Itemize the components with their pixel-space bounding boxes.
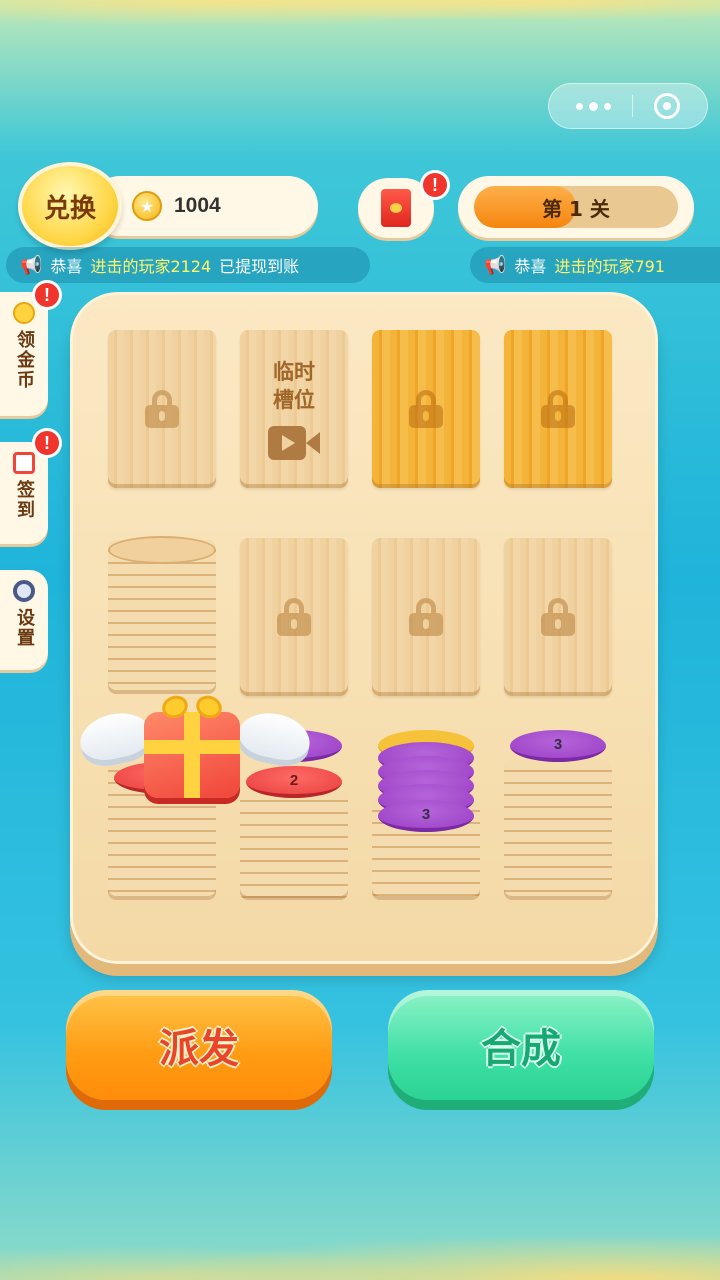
stack-top-disc [108, 536, 216, 564]
lock-icon [541, 390, 575, 428]
exchange-button[interactable]: 兑换 [18, 162, 122, 250]
chip-value: 3 [553, 735, 563, 753]
coin-icon [13, 302, 35, 324]
chip-value: 3 [421, 805, 431, 823]
locked-slot[interactable] [504, 538, 612, 696]
lock-icon [277, 598, 311, 636]
side-item-label: 设置 [14, 608, 35, 648]
lock-icon [145, 390, 179, 428]
red-packet-badge: ! [420, 170, 450, 200]
winner-ticker-2: 📢 恭喜 进击的玩家791 [470, 247, 720, 283]
locked-slot[interactable] [372, 538, 480, 696]
calendar-icon [13, 452, 35, 474]
gear-icon [13, 580, 35, 602]
deal-button[interactable]: 派发 [66, 990, 332, 1100]
side-item-settings[interactable]: 设置 [0, 570, 48, 670]
ticker-prefix: 恭喜 [514, 257, 547, 276]
merge-button[interactable]: 合成 [388, 990, 654, 1100]
lock-icon [541, 598, 575, 636]
megaphone-icon: 📢 [484, 254, 507, 276]
side-item-label: 领金币 [14, 330, 35, 390]
ticker-prefix: 恭喜 [50, 257, 83, 276]
lock-icon [409, 390, 443, 428]
locked-slot-gold[interactable] [372, 330, 480, 488]
lock-icon [409, 598, 443, 636]
chip-purple-top: 3 [378, 800, 474, 832]
more-menu-icon[interactable] [575, 101, 611, 111]
side-item-badge: ! [32, 280, 62, 310]
temporary-slot[interactable]: 临时 槽位 [240, 330, 348, 488]
ticker-player: 进击的玩家2124 [90, 257, 212, 276]
level-progress-track: 第 1 关 [474, 186, 678, 228]
winner-ticker-1: 📢 恭喜 进击的玩家2124 已提现到账 [6, 247, 370, 283]
capsule-divider [631, 95, 633, 117]
coin-balance-bar: ★ 1004 [90, 176, 318, 236]
temp-slot-label: 临时 槽位 [273, 360, 315, 412]
gold-coins-decoration-top [0, 0, 720, 34]
ticker-suffix: 已提现到账 [219, 257, 300, 276]
megaphone-icon: 📢 [20, 254, 43, 276]
locked-slot[interactable] [108, 330, 216, 488]
close-program-icon[interactable] [654, 93, 681, 119]
level-text: 第 1 关 [542, 196, 610, 221]
gift-bow [159, 692, 225, 722]
gold-coins-decoration-bottom [0, 1220, 720, 1280]
side-item-badge: ! [32, 428, 62, 458]
red-packet-icon [381, 189, 411, 227]
side-item-label: 签到 [14, 480, 35, 520]
wing-right [233, 707, 315, 771]
video-ad-icon [268, 426, 320, 460]
coin-balance: 1004 [174, 194, 221, 217]
ticker-player: 进击的玩家791 [554, 257, 665, 276]
flying-gift-box[interactable] [75, 692, 315, 812]
coin-icon: ★ [132, 191, 162, 221]
gift-icon [144, 712, 240, 798]
chip-purple-top: 3 [510, 730, 606, 762]
side-item-checkin[interactable]: 签到 [0, 442, 48, 544]
locked-slot-gold[interactable] [504, 330, 612, 488]
mini-program-capsule [548, 83, 708, 129]
locked-slot[interactable] [240, 538, 348, 696]
stack-column-4[interactable] [504, 760, 612, 900]
level-indicator: 第 1 关 [458, 176, 694, 238]
side-item-collect-coins[interactable]: 领金币 [0, 292, 48, 416]
